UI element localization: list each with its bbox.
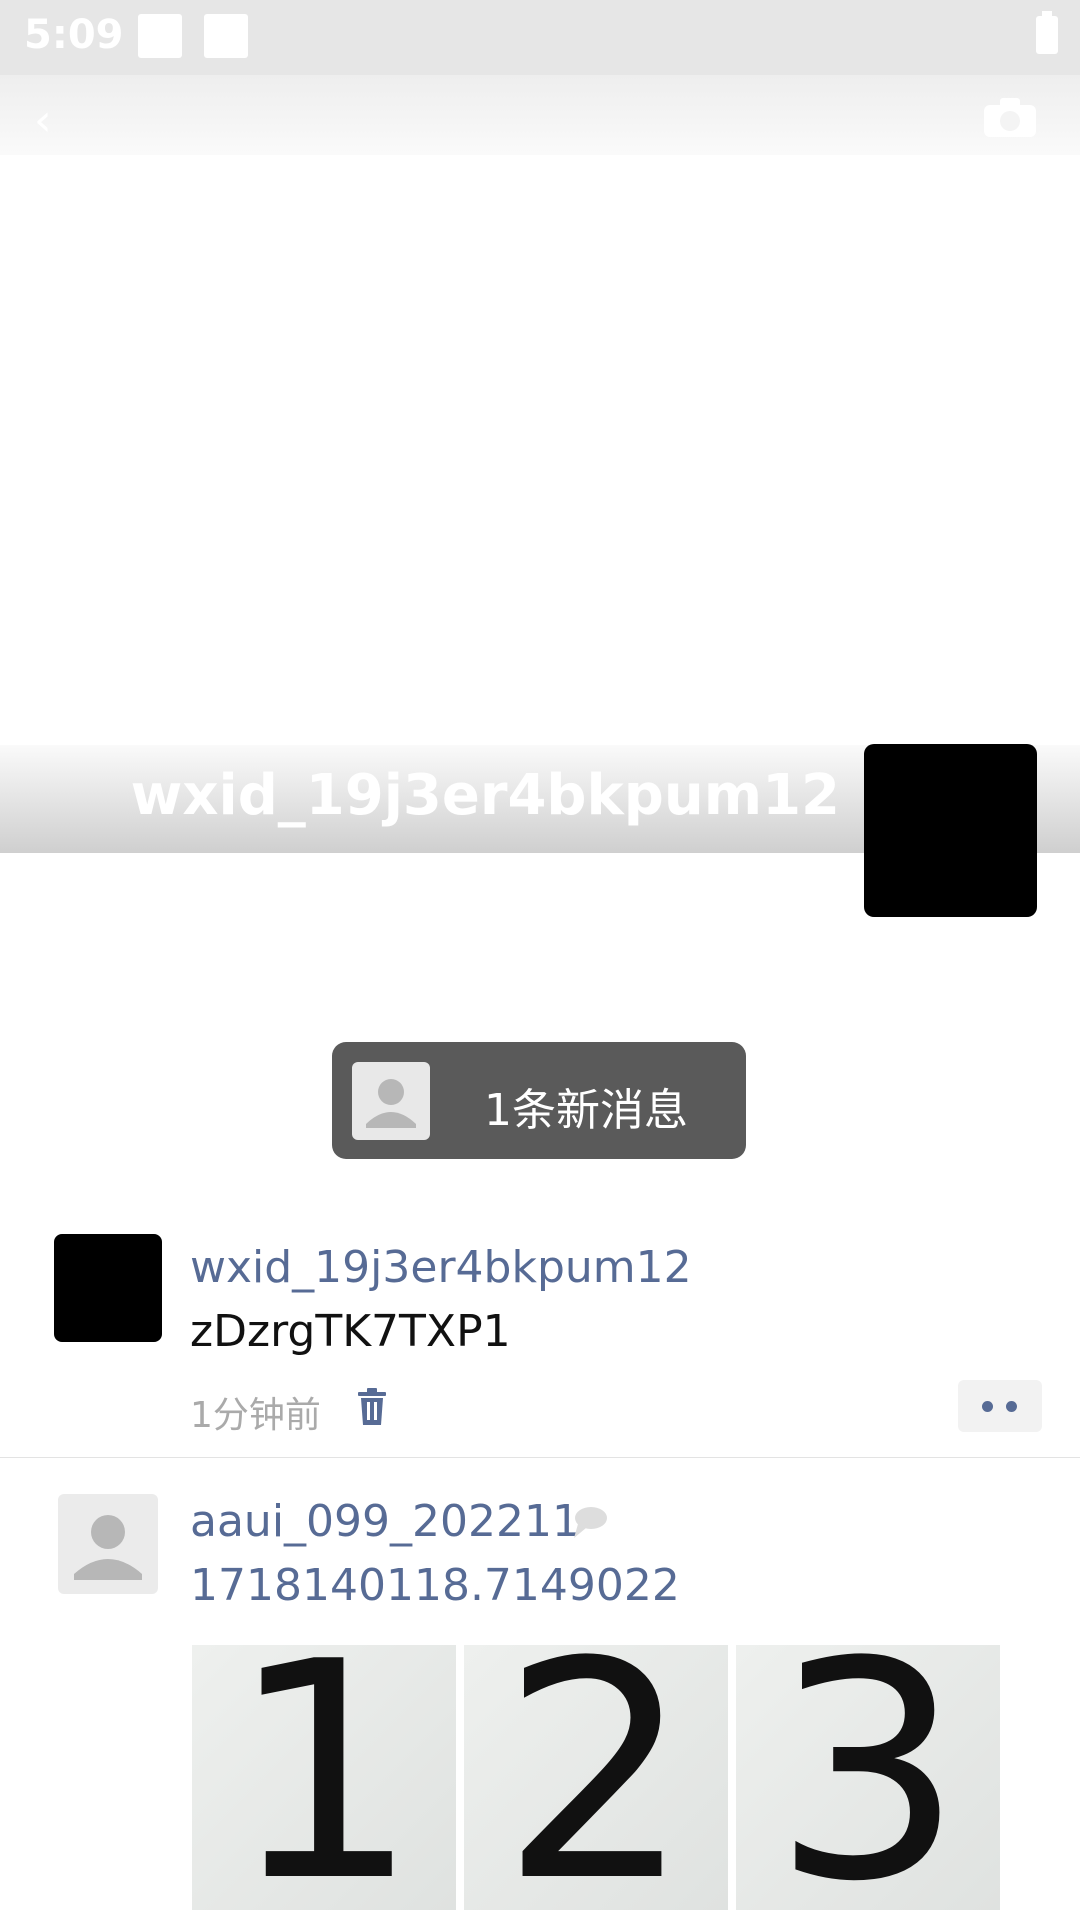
comment-bubble-icon	[574, 1507, 607, 1538]
photo[interactable]: 1	[192, 1645, 456, 1910]
photo[interactable]: 3	[736, 1645, 1000, 1910]
battery-icon	[1036, 11, 1058, 54]
profile-name: wxid_19j3er4bkpum12	[130, 763, 840, 828]
status-bar: 5:09	[0, 0, 1080, 75]
photo-digit: 3	[772, 1645, 964, 1910]
toolbar: ‹	[0, 75, 1080, 155]
divider	[0, 1457, 1080, 1458]
more-dots-icon	[1006, 1401, 1017, 1412]
default-avatar-icon	[74, 1515, 142, 1580]
post-content[interactable]: 1718140118.7149022	[190, 1560, 680, 1611]
post-content: zDzrgTK7TXP1	[190, 1306, 511, 1357]
photo-digit: 1	[228, 1645, 420, 1910]
new-message-text: 1条新消息	[484, 1085, 688, 1136]
default-avatar-icon	[352, 1062, 430, 1140]
back-arrow-icon[interactable]: ‹	[34, 95, 52, 146]
new-message-banner[interactable]: 1条新消息	[332, 1042, 746, 1159]
more-button[interactable]	[958, 1380, 1042, 1432]
trash-icon[interactable]	[356, 1388, 388, 1426]
status-time: 5:09	[24, 12, 124, 58]
post-username[interactable]: aaui_099_202211	[190, 1496, 580, 1547]
avatar[interactable]	[54, 1234, 162, 1342]
camera-icon[interactable]	[982, 95, 1038, 139]
photo[interactable]: 2	[464, 1645, 728, 1910]
more-dots-icon	[982, 1401, 993, 1412]
post-username[interactable]: wxid_19j3er4bkpum12	[190, 1242, 692, 1293]
photo-digit: 2	[500, 1645, 692, 1910]
notification-icon	[138, 14, 182, 58]
avatar[interactable]	[58, 1494, 158, 1594]
notification-icon	[204, 14, 248, 58]
post-time: 1分钟前	[190, 1395, 321, 1436]
profile-avatar[interactable]	[864, 744, 1037, 917]
